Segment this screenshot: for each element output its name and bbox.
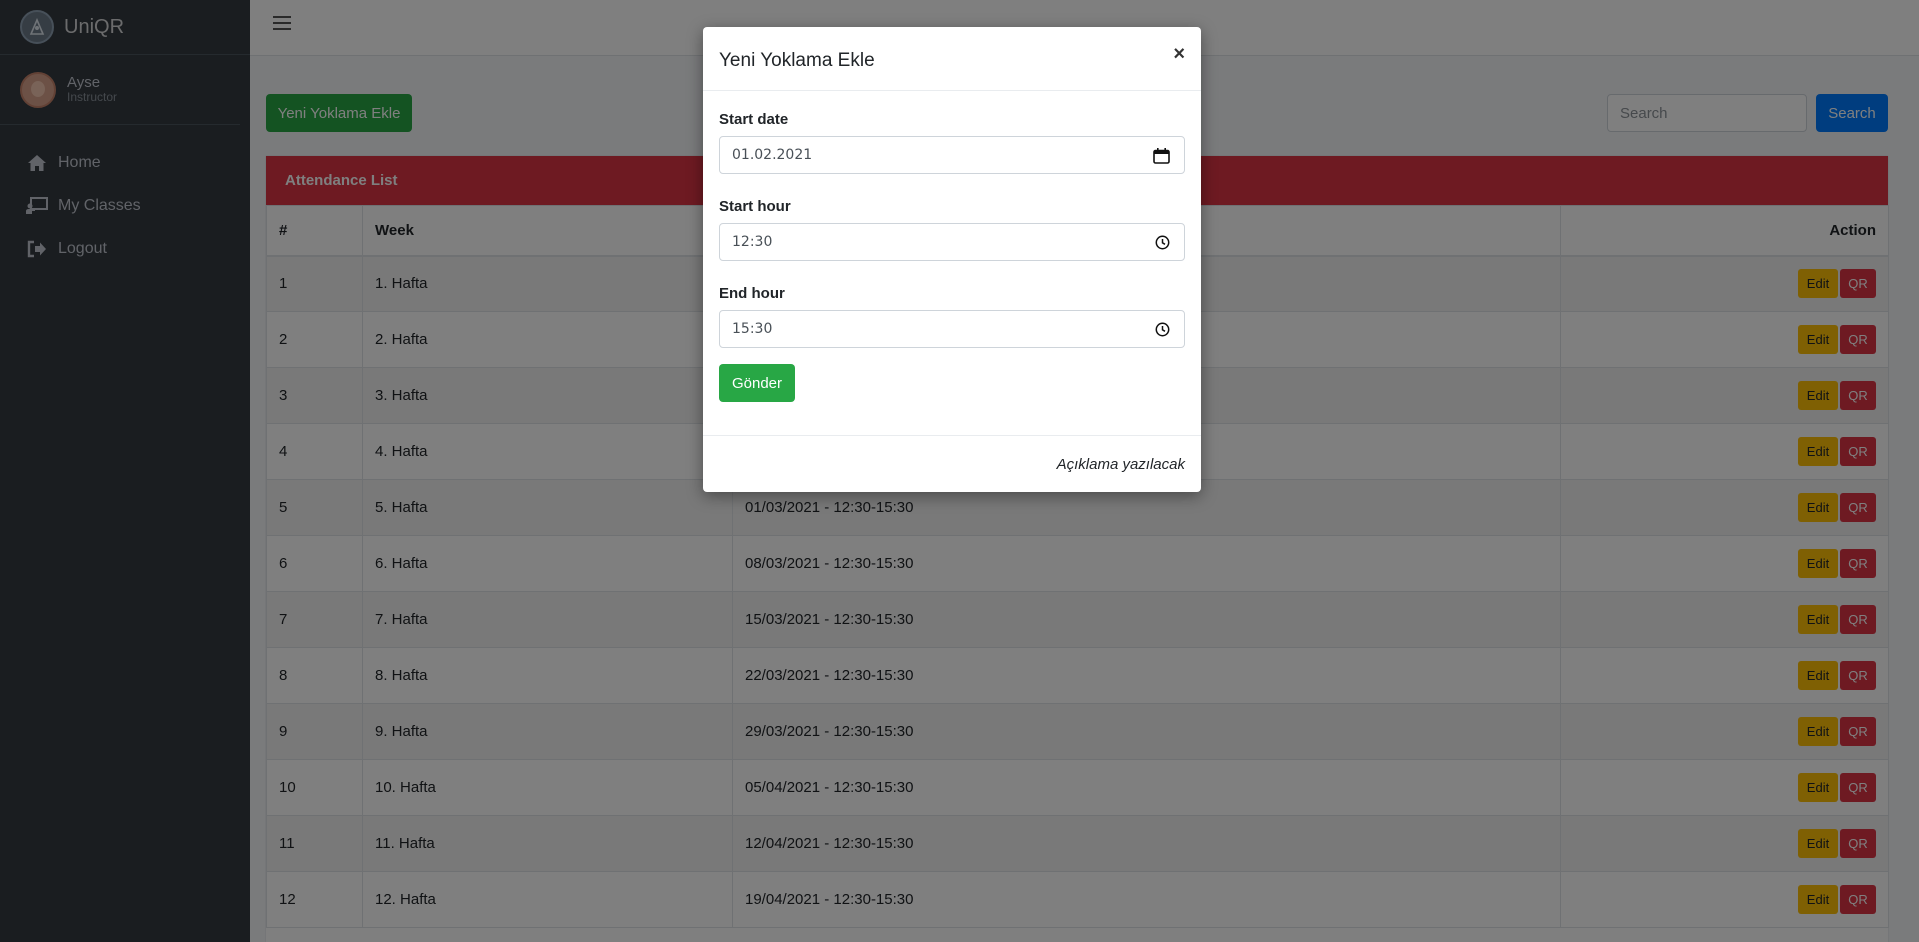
modal-header: Yeni Yoklama Ekle × [703, 27, 1201, 91]
clock-icon[interactable] [1155, 235, 1170, 254]
start-date-value: 01.02.2021 [732, 147, 813, 163]
calendar-icon[interactable] [1153, 148, 1170, 168]
start-hour-field[interactable]: 12:30 [719, 223, 1185, 261]
modal-title: Yeni Yoklama Ekle [719, 49, 875, 71]
submit-button[interactable]: Gönder [719, 364, 795, 402]
clock-icon[interactable] [1155, 322, 1170, 341]
start-date-field[interactable]: 01.02.2021 [719, 136, 1185, 174]
start-hour-label: Start hour [719, 198, 791, 215]
start-date-label: Start date [719, 111, 789, 128]
start-hour-value: 12:30 [732, 234, 773, 250]
modal-footer-note: Açıklama yazılacak [1056, 455, 1185, 473]
add-attendance-modal: Yeni Yoklama Ekle × Start date 01.02.202… [703, 27, 1201, 492]
close-icon[interactable]: × [1173, 43, 1185, 66]
end-hour-label: End hour [719, 285, 785, 302]
end-hour-field[interactable]: 15:30 [719, 310, 1185, 348]
end-hour-value: 15:30 [732, 321, 773, 337]
modal-body: Start date 01.02.2021 Start hour 12:30 E… [703, 91, 1201, 436]
